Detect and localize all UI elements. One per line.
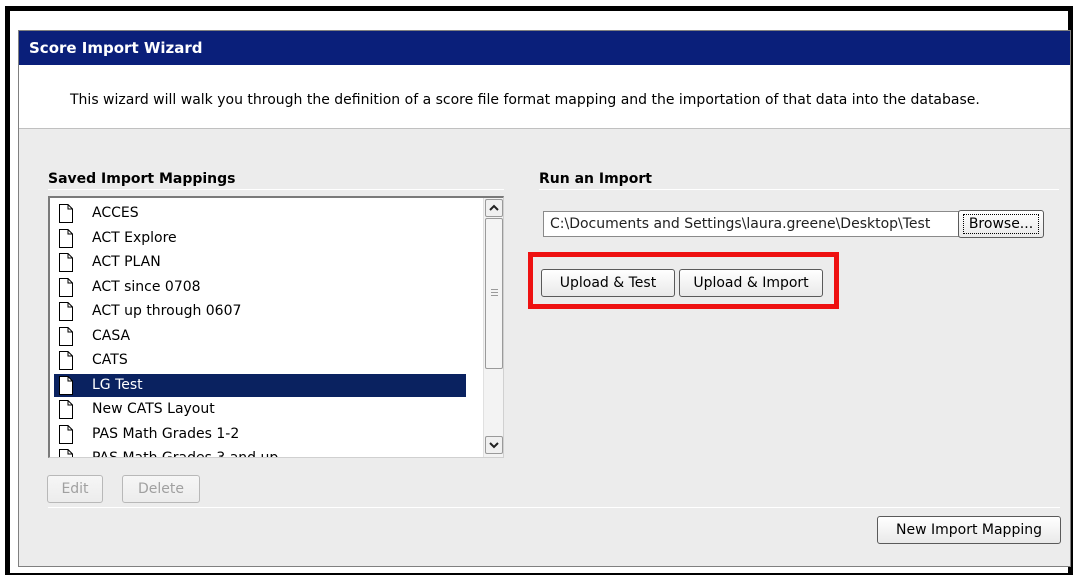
list-item[interactable]: ACCES: [54, 202, 466, 225]
browse-focus-ring: [963, 214, 1039, 234]
document-icon: [59, 253, 73, 272]
saved-mappings-divider: [48, 189, 504, 190]
document-icon: [59, 424, 73, 444]
list-item[interactable]: ACT Explore: [54, 227, 466, 250]
list-item[interactable]: CATS: [54, 349, 466, 372]
document-icon: [59, 277, 73, 297]
list-item[interactable]: PAS Math Grades 3 and up: [54, 447, 466, 458]
list-item-label: ACT Explore: [92, 229, 177, 246]
document-icon: [59, 375, 73, 395]
list-item-label: ACT since 0708: [92, 278, 201, 295]
browse-button[interactable]: Browse...: [958, 210, 1044, 238]
document-icon: [59, 228, 73, 248]
document-icon: [59, 351, 73, 370]
document-icon: [59, 449, 73, 457]
list-item-label: CATS: [92, 352, 128, 368]
document-icon: [59, 302, 73, 321]
saved-mappings-heading: Saved Import Mappings: [48, 171, 236, 187]
highlight-annotation: [528, 252, 839, 309]
list-item[interactable]: PAS Math Grades 1-2: [54, 423, 466, 446]
list-item-label: LG Test: [92, 376, 143, 393]
scroll-thumb[interactable]: [485, 218, 503, 369]
score-import-wizard-panel: Score Import Wizard This wizard will wal…: [18, 30, 1071, 567]
list-item-label: PAS Math Grades 3 and up: [92, 450, 279, 458]
new-import-mapping-button[interactable]: New Import Mapping: [877, 516, 1061, 544]
document-icon: [59, 400, 73, 419]
list-item-label: ACT up through 0607: [92, 303, 242, 319]
scroll-up-button[interactable]: [485, 199, 503, 217]
list-item-label: ACCES: [92, 205, 139, 221]
document-icon: [59, 326, 73, 346]
list-item-label: CASA: [92, 327, 131, 344]
screenshot-canvas: Score Import Wizard This wizard will wal…: [0, 0, 1077, 577]
list-item-label: PAS Math Grades 1-2: [92, 425, 240, 442]
scroll-down-button[interactable]: [485, 436, 503, 454]
delete-button[interactable]: Delete: [122, 475, 200, 503]
list-scrollbar[interactable]: [483, 198, 503, 457]
file-path-input[interactable]: C:\Documents and Settings\laura.greene\D…: [543, 211, 963, 237]
footer-divider: [48, 507, 1060, 508]
document-icon: [59, 204, 73, 223]
wizard-intro-text: This wizard will walk you through the de…: [19, 65, 1070, 129]
saved-mappings-list[interactable]: ACCES ACT Explore ACT PLAN ACT since 0708 AC…: [48, 196, 504, 458]
run-import-divider: [539, 189, 1059, 190]
list-item[interactable]: CASA: [54, 325, 466, 348]
list-item[interactable]: ACT since 0708: [54, 276, 466, 299]
list-item[interactable]: ACT up through 0607: [54, 300, 466, 323]
run-import-heading: Run an Import: [539, 171, 652, 187]
list-item[interactable]: New CATS Layout: [54, 398, 466, 421]
chevron-up-icon: [489, 204, 499, 211]
list-item[interactable]: LG Test: [54, 373, 466, 397]
list-item-label: New CATS Layout: [92, 401, 215, 417]
list-item[interactable]: ACT PLAN: [54, 251, 466, 274]
chevron-down-icon: [489, 442, 499, 449]
wizard-title: Score Import Wizard: [19, 31, 1070, 65]
list-item-label: ACT PLAN: [92, 254, 161, 270]
edit-button[interactable]: Edit: [47, 475, 103, 503]
